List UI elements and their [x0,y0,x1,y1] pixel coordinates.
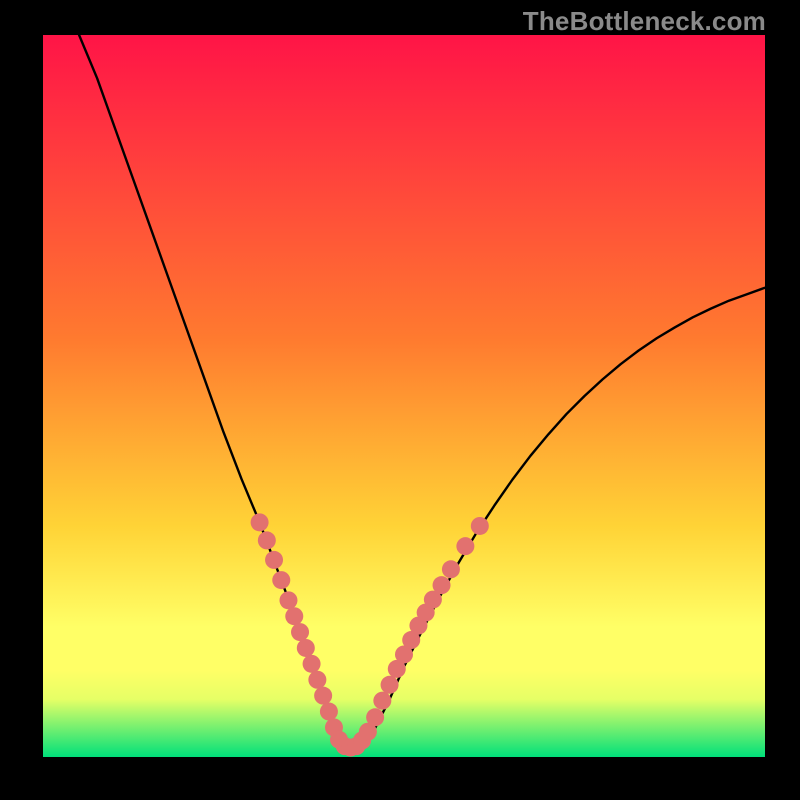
highlight-dot [456,537,474,555]
highlight-dot [265,551,283,569]
highlight-dot [308,671,326,689]
highlight-dot [297,639,315,657]
plot-area [43,35,765,757]
outer-frame: TheBottleneck.com [0,0,800,800]
highlight-dot [366,708,384,726]
highlight-dot [303,655,321,673]
highlight-dot [320,703,338,721]
highlight-dot [285,607,303,625]
highlight-dot [258,531,276,549]
highlight-dot [442,560,460,578]
highlight-dot [291,623,309,641]
highlight-dot [272,571,290,589]
highlight-dot [471,517,489,535]
highlight-dot [279,591,297,609]
highlight-dot [314,687,332,705]
highlight-dot [251,513,269,531]
watermark-text: TheBottleneck.com [523,6,766,37]
chart-svg [43,35,765,757]
highlight-dot [433,576,451,594]
highlight-dot [381,676,399,694]
highlight-dot [373,692,391,710]
